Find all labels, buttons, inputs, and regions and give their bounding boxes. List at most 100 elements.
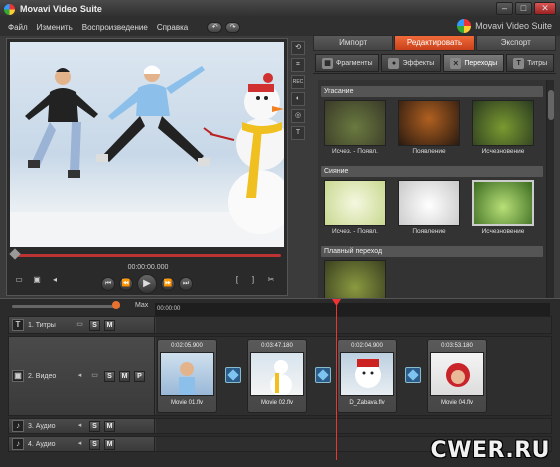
time-ruler[interactable]: 00:00:00	[155, 303, 550, 317]
tab-edit[interactable]: Редактировать	[394, 35, 475, 51]
brand-logo-icon	[457, 19, 472, 33]
solo-button[interactable]: S	[89, 438, 100, 450]
crop-icon[interactable]: ⌗	[291, 58, 305, 72]
tab-transitions-label: Переходы	[464, 59, 498, 67]
menu-help[interactable]: Справка	[157, 23, 188, 32]
transitions-scrollbar[interactable]	[546, 80, 554, 298]
tab-clips[interactable]: ▦ Фрагменты	[315, 54, 380, 72]
app-logo-icon	[4, 3, 15, 15]
transition-glow-out[interactable]: Исчезновение	[472, 180, 534, 235]
video-clip[interactable]: 0:03:47.180 Movie 02.flv	[247, 339, 307, 413]
minimize-button[interactable]: –	[496, 2, 513, 15]
track-header: T 1. Титры ▭ S M	[9, 317, 155, 333]
track-audio-3: ♪ 3. Аудио ◂ S M	[8, 418, 552, 434]
color-icon[interactable]: ◐	[291, 92, 305, 106]
tab-export[interactable]: Экспорт	[475, 35, 556, 51]
window-title: Movavi Video Suite	[20, 4, 102, 14]
volume-icon[interactable]: ◂	[74, 439, 85, 449]
tab-effects-label: Эффекты	[402, 59, 435, 67]
scrollbar-thumb[interactable]	[548, 90, 554, 120]
solo-button[interactable]: S	[89, 319, 100, 331]
track-body[interactable]	[156, 419, 551, 433]
tab-transitions[interactable]: ⨯ Переходы	[443, 54, 505, 72]
menu-edit[interactable]: Изменить	[37, 23, 73, 32]
rewind-button[interactable]: ⏪	[119, 277, 133, 291]
video-clip[interactable]: 0:02:04.900 D_Zabava.flv	[337, 339, 397, 413]
menu-playback[interactable]: Воспроизведение	[82, 23, 148, 32]
seek-handle[interactable]	[9, 248, 21, 260]
seek-bar[interactable]	[15, 254, 281, 257]
text-icon[interactable]: T	[291, 126, 305, 140]
clip-transition[interactable]	[405, 367, 421, 383]
redo-button[interactable]: ↷	[225, 21, 241, 33]
clip-name: Movie 02.flv	[260, 400, 293, 406]
solo-button[interactable]: S	[104, 370, 115, 382]
group-title-glow: Сияние	[321, 166, 543, 177]
transition-glow-in[interactable]: Появление	[398, 180, 460, 235]
tab-titles[interactable]: T Титры	[506, 54, 555, 72]
pip-button[interactable]: P	[134, 370, 145, 382]
stabilize-icon[interactable]: ◎	[291, 109, 305, 123]
clip-transition[interactable]	[225, 367, 241, 383]
play-button[interactable]: ▶	[137, 274, 157, 294]
lock-icon[interactable]: ▭	[74, 320, 85, 330]
track-body[interactable]	[156, 317, 551, 333]
maximize-button[interactable]: □	[515, 2, 532, 15]
mark-out-icon[interactable]: ]	[247, 274, 259, 286]
to-start-button[interactable]: ⏮	[101, 277, 115, 291]
transition-glow-crossfade[interactable]: Исчез. - Появл.	[324, 180, 386, 235]
volume-icon[interactable]: ◂	[74, 371, 85, 381]
playhead[interactable]	[336, 300, 337, 460]
transition-label: Исчез. - Появл.	[332, 148, 378, 155]
volume-icon[interactable]: ◂	[74, 421, 85, 431]
mark-in-icon[interactable]: [	[231, 274, 243, 286]
transition-fade-out[interactable]: Исчезновение	[472, 100, 534, 155]
transitions-panel: Угасание Исчез. - Появл. Появление Исчез…	[318, 80, 546, 298]
player-controls: ▭ ▣ ◂ ⏮ ⏪ ▶ ⏩ ⏭ [ ] ✂	[7, 274, 289, 294]
menu-bar: Файл Изменить Воспроизведение Справка ↶ …	[0, 18, 560, 36]
close-button[interactable]: ✕	[534, 2, 556, 15]
snapshot-icon[interactable]: ▣	[31, 274, 43, 286]
transition-fade-crossfade[interactable]: Исчез. - Появл.	[324, 100, 386, 155]
video-frame-image	[10, 65, 284, 247]
title-bar: Movavi Video Suite – □ ✕	[0, 0, 560, 18]
track-body[interactable]: 0:02:05.900 Movie 01.flv 0:03:47.180 Mov…	[156, 337, 551, 415]
fullscreen-icon[interactable]: ▭	[13, 274, 25, 286]
video-clip[interactable]: 0:02:05.900 Movie 01.flv	[157, 339, 217, 413]
mute-button[interactable]: M	[119, 370, 130, 382]
record-icon[interactable]: REC	[291, 75, 305, 89]
transition-label: Появление	[412, 148, 446, 155]
tab-effects[interactable]: ● Эффекты	[381, 54, 442, 72]
tab-import[interactable]: Импорт	[313, 35, 394, 51]
to-end-button[interactable]: ⏭	[179, 277, 193, 291]
clip-duration: 0:03:53.180	[441, 343, 473, 349]
zoom-slider[interactable]	[12, 305, 120, 308]
video-clip[interactable]: 0:03:53.180 Movie 04.flv	[427, 339, 487, 413]
mute-button[interactable]: M	[104, 438, 115, 450]
mute-button[interactable]: M	[104, 319, 115, 331]
sub-tabs: ▦ Фрагменты ● Эффекты ⨯ Переходы T Титры	[313, 52, 556, 74]
transition-smooth[interactable]	[324, 260, 386, 298]
main-tabs: Импорт Редактировать Экспорт	[313, 35, 556, 51]
mute-button[interactable]: M	[104, 420, 115, 432]
undo-button[interactable]: ↶	[207, 21, 223, 33]
rotate-icon[interactable]: ⟲	[291, 41, 305, 55]
zoom-handle[interactable]	[112, 301, 120, 309]
transition-fade-in[interactable]: Появление	[398, 100, 460, 155]
split-icon[interactable]: ✂	[265, 274, 277, 286]
solo-button[interactable]: S	[89, 420, 100, 432]
lock-icon[interactable]: ▭	[89, 371, 100, 381]
volume-icon[interactable]: ◂	[49, 274, 61, 286]
clip-duration: 0:02:05.900	[171, 343, 203, 349]
transition-thumb	[324, 260, 386, 298]
transition-label: Исчез. - Появл.	[332, 228, 378, 235]
clip-transition[interactable]	[315, 367, 331, 383]
clip-name: Movie 01.flv	[170, 400, 203, 406]
video-track-icon: ▣	[12, 370, 24, 382]
clip-duration: 0:03:47.180	[261, 343, 293, 349]
track-header: ♪ 4. Аудио ◂ S M	[9, 437, 155, 451]
menu-file[interactable]: Файл	[8, 23, 28, 32]
forward-button[interactable]: ⏩	[161, 277, 175, 291]
video-preview[interactable]	[10, 42, 284, 247]
transition-thumb	[472, 100, 534, 146]
